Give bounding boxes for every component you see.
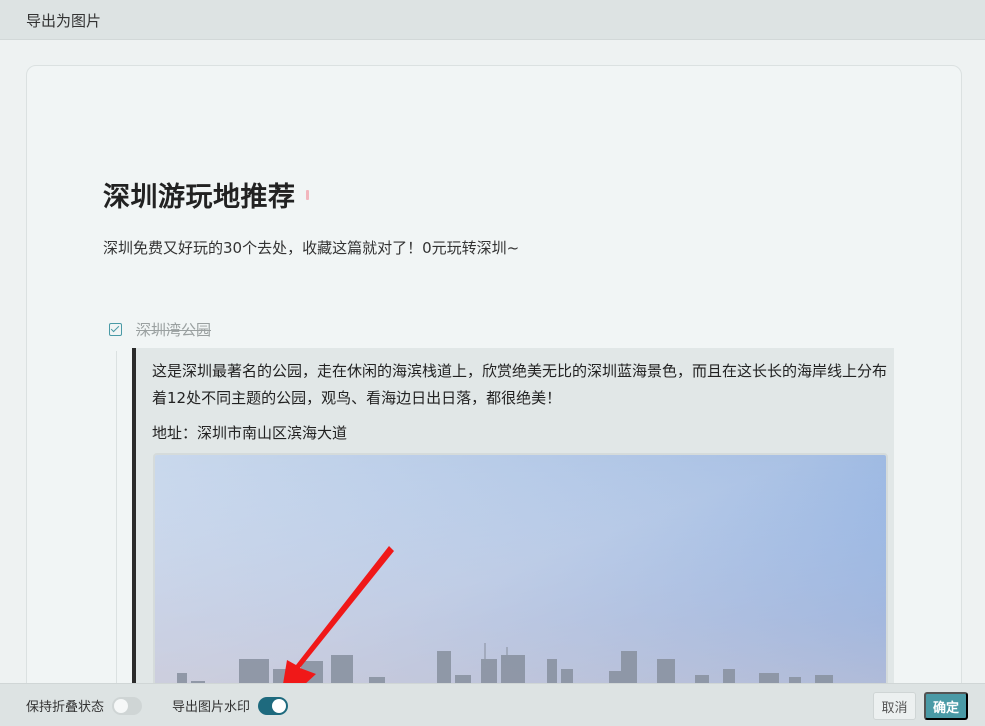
todo-item-label: 深圳湾公园	[136, 321, 212, 339]
confirm-button[interactable]: 确定	[924, 692, 968, 720]
dialog-title-bar: 导出为图片	[0, 0, 985, 40]
text-cursor-mark	[306, 190, 309, 200]
dialog-title: 导出为图片	[26, 12, 102, 30]
city-skyline-photo	[153, 453, 888, 704]
keep-fold-toggle[interactable]	[112, 696, 143, 715]
export-image-dialog: 导出为图片 深圳游玩地推荐 深圳免费又好玩的30个去处，收藏这篇就对了！0元玩转…	[0, 0, 985, 726]
doc-title: 深圳游玩地推荐	[103, 182, 296, 213]
cancel-button[interactable]: 取消	[873, 692, 916, 720]
doc-subtitle: 深圳免费又好玩的30个去处，收藏这篇就对了！0元玩转深圳~	[103, 239, 520, 257]
toggle-knob	[114, 698, 129, 713]
keep-fold-label: 保持折叠状态	[26, 700, 105, 715]
skyline-image	[155, 455, 886, 704]
toggle-knob	[272, 698, 287, 713]
checkbox-checked-icon[interactable]	[109, 323, 122, 336]
keep-fold-option: 保持折叠状态	[26, 696, 143, 715]
quote-paragraph: 这是深圳最著名的公园，走在休闲的海滨栈道上，欣赏绝美无比的深圳蓝海景色，而且在这…	[152, 362, 888, 407]
watermark-option: 导出图片水印	[172, 696, 289, 715]
todo-item: 深圳湾公园	[109, 319, 211, 340]
indent-guide-line	[116, 351, 117, 704]
watermark-label: 导出图片水印	[172, 700, 251, 715]
image-preview[interactable]: 深圳游玩地推荐 深圳免费又好玩的30个去处，收藏这篇就对了！0元玩转深圳~ 深圳…	[26, 65, 962, 705]
watermark-toggle[interactable]	[258, 696, 289, 715]
quote-address: 地址：深圳市南山区滨海大道	[152, 424, 348, 442]
dialog-footer: 保持折叠状态 导出图片水印 取消 确定	[0, 683, 985, 726]
quote-block: 这是深圳最著名的公园，走在休闲的海滨栈道上，欣赏绝美无比的深圳蓝海景色，而且在这…	[132, 348, 894, 704]
